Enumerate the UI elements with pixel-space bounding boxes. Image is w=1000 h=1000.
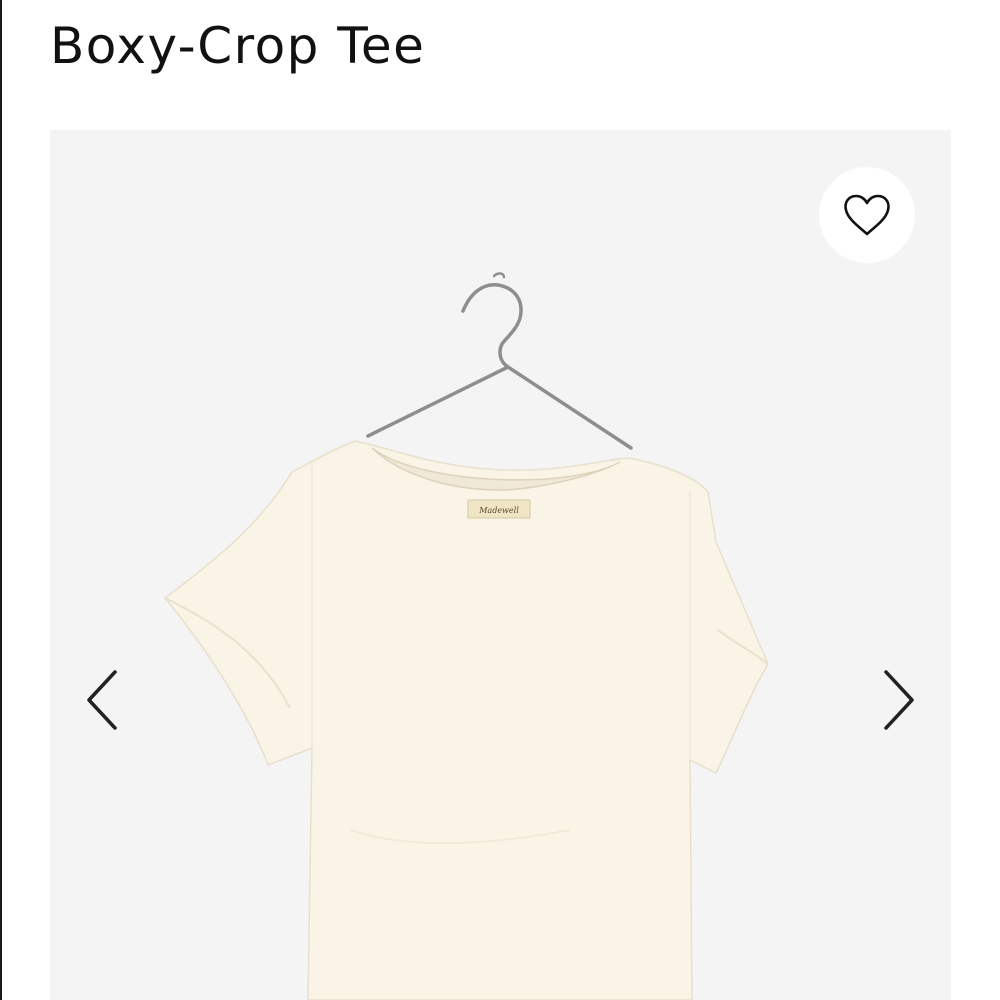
product-image: Madewell [163, 272, 769, 1000]
favorite-button[interactable] [819, 167, 915, 263]
product-page: Boxy-Crop Tee Madewell [0, 0, 1000, 1000]
brand-label: Madewell [478, 506, 519, 515]
previous-image-button[interactable] [77, 662, 127, 738]
heart-outline-icon [844, 194, 890, 236]
next-image-button[interactable] [874, 662, 924, 738]
product-title: Boxy-Crop Tee [50, 17, 426, 75]
window-edge [0, 0, 2, 1000]
hanger [366, 272, 633, 450]
tee-shirt: Madewell [163, 440, 769, 1000]
chevron-right-icon [884, 670, 914, 730]
chevron-left-icon [87, 670, 117, 730]
product-image-gallery[interactable]: Madewell [50, 130, 951, 1000]
